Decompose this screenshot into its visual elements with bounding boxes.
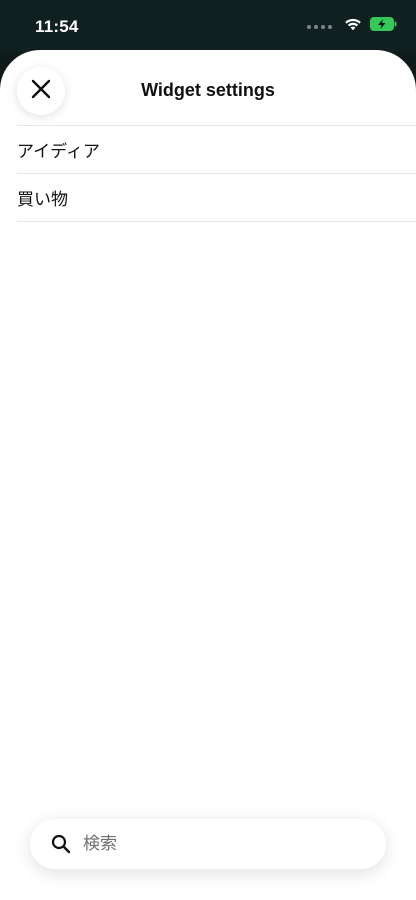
widget-list: アイディア 買い物 (17, 125, 416, 222)
wifi-icon (344, 17, 362, 36)
list-item-shopping[interactable]: 買い物 (17, 174, 416, 222)
search-input[interactable] (81, 833, 365, 855)
search-icon (51, 834, 71, 854)
battery-charging-icon (370, 17, 398, 36)
status-bar: 11:54 (0, 0, 416, 52)
cellular-signal-icon (307, 24, 332, 29)
list-item-label: 買い物 (17, 190, 68, 209)
page-title: Widget settings (141, 80, 275, 100)
list-item-ideas[interactable]: アイディア (17, 126, 416, 174)
search-bar[interactable] (30, 819, 386, 869)
widget-settings-sheet: Widget settings アイディア 買い物 (0, 50, 416, 900)
sheet-header: Widget settings (0, 50, 416, 125)
status-time: 11:54 (35, 17, 79, 36)
list-item-label: アイディア (17, 142, 100, 161)
status-indicators (307, 17, 398, 36)
